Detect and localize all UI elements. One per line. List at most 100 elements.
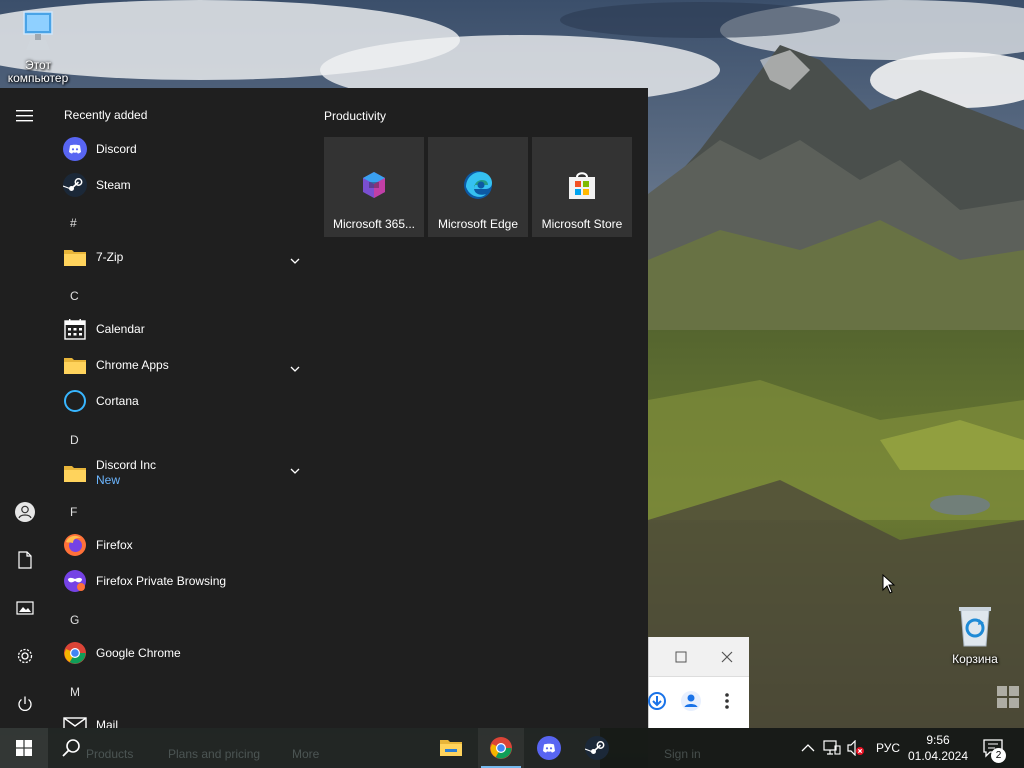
background-page-text: More: [292, 747, 320, 761]
background-browser-window[interactable]: [648, 637, 749, 728]
maximize-icon[interactable]: [673, 649, 689, 665]
app-item-mail[interactable]: Mail: [60, 708, 310, 728]
more-menu-icon[interactable]: [715, 689, 739, 713]
network-icon[interactable]: [823, 739, 841, 757]
app-label: Discord Inc: [96, 458, 157, 472]
tile-label: Microsoft Edge: [437, 217, 519, 231]
tiles-area: Productivity Microsoft 365... Microsoft …: [312, 88, 648, 728]
tile-microsoft-edge[interactable]: Microsoft Edge: [428, 137, 528, 237]
taskbar-discord[interactable]: [526, 728, 572, 768]
tile-microsoft-365[interactable]: Microsoft 365...: [324, 137, 424, 237]
app-folder-chrome-apps[interactable]: Chrome Apps: [60, 348, 310, 382]
app-label: Chrome Apps: [96, 357, 169, 372]
mail-icon: [62, 712, 88, 728]
app-item-calendar[interactable]: Calendar: [60, 312, 310, 346]
new-badge: New: [96, 473, 121, 487]
taskbar: Products Plans and pricing More Sign in: [0, 728, 1024, 768]
desktop-icon-this-pc[interactable]: Этот компьютер: [0, 10, 76, 85]
app-label: Mail: [96, 717, 119, 729]
recently-added-header: Recently added: [64, 108, 148, 122]
user-account-button[interactable]: [9, 496, 41, 528]
tile-microsoft-store[interactable]: Microsoft Store: [532, 137, 632, 237]
taskbar-file-explorer[interactable]: [428, 728, 474, 768]
app-label: 7-Zip: [96, 249, 124, 264]
mouse-cursor-icon: [882, 573, 896, 599]
close-icon[interactable]: [719, 649, 735, 665]
chevron-down-icon[interactable]: [290, 251, 300, 269]
start-menu-rail: [0, 88, 50, 728]
firefox-private-icon: [62, 568, 88, 594]
calendar-icon: [62, 316, 88, 342]
app-folder-7zip[interactable]: 7-Zip: [60, 240, 310, 274]
clock[interactable]: 9:56 01.04.2024: [906, 732, 970, 764]
section-letter[interactable]: F: [70, 505, 77, 519]
file-explorer-icon: [440, 740, 462, 756]
start-button[interactable]: [0, 728, 48, 768]
steam-icon: [62, 172, 88, 198]
desktop-icon-recycle-bin[interactable]: Корзина: [937, 604, 1013, 666]
document-icon: [18, 551, 32, 569]
app-item-google-chrome[interactable]: Google Chrome: [60, 636, 310, 670]
chrome-icon: [490, 737, 512, 759]
documents-button[interactable]: [9, 544, 41, 576]
app-label: Firefox Private Browsing: [96, 573, 227, 588]
app-list: Recently added Discord Steam # 7-Zip C C…: [50, 88, 312, 728]
app-label: Firefox: [96, 537, 133, 552]
app-label: Cortana: [96, 393, 139, 408]
this-pc-icon: [0, 10, 76, 57]
store-icon: [566, 169, 598, 201]
desktop-icon-label: компьютер: [7, 71, 69, 85]
profile-icon[interactable]: [679, 689, 703, 713]
edge-icon: [462, 169, 494, 201]
app-label: Discord: [96, 141, 137, 156]
start-menu: Recently added Discord Steam # 7-Zip C C…: [0, 88, 648, 728]
folder-icon: [62, 352, 88, 378]
notification-count-badge: 2: [991, 748, 1006, 763]
discord-icon: [62, 136, 88, 162]
gear-icon: [17, 648, 33, 664]
section-letter[interactable]: C: [70, 289, 79, 303]
section-letter[interactable]: #: [70, 216, 77, 230]
window-titlebar[interactable]: [649, 637, 749, 677]
user-icon: [15, 502, 35, 522]
taskbar-steam[interactable]: [574, 728, 620, 768]
chevron-down-icon[interactable]: [290, 359, 300, 377]
settings-button[interactable]: [9, 640, 41, 672]
clock-date: 01.04.2024: [907, 749, 969, 763]
volume-muted-icon[interactable]: [847, 739, 865, 757]
tile-label: Microsoft Store: [541, 217, 623, 231]
search-button[interactable]: [48, 728, 94, 768]
background-page-text: Sign in: [664, 747, 701, 761]
app-item-cortana[interactable]: Cortana: [60, 384, 310, 418]
discord-icon: [537, 736, 561, 760]
taskbar-google-chrome[interactable]: [478, 728, 524, 768]
app-item-firefox[interactable]: Firefox: [60, 528, 310, 562]
power-icon: [18, 696, 32, 711]
productivity-group-header[interactable]: Productivity: [324, 109, 386, 123]
section-letter[interactable]: D: [70, 433, 79, 447]
tile-label: Microsoft 365...: [332, 217, 416, 231]
input-language-indicator[interactable]: РУС: [876, 741, 900, 755]
section-letter[interactable]: G: [70, 613, 79, 627]
app-item-firefox-private[interactable]: Firefox Private Browsing: [60, 564, 310, 598]
search-icon: [62, 739, 80, 757]
section-letter[interactable]: M: [70, 685, 80, 699]
expand-menu-button[interactable]: [9, 100, 41, 132]
windows-logo-icon: [16, 740, 32, 756]
app-item-steam[interactable]: Steam: [60, 168, 310, 202]
folder-icon: [62, 244, 88, 270]
chevron-up-icon[interactable]: [799, 739, 817, 757]
microsoft-365-icon: [358, 169, 390, 201]
power-button[interactable]: [9, 688, 41, 720]
app-folder-discord-inc[interactable]: Discord Inc New: [60, 456, 310, 490]
chevron-down-icon[interactable]: [290, 461, 300, 479]
desktop-icon-label: Корзина: [952, 652, 998, 666]
app-item-discord[interactable]: Discord: [60, 132, 310, 166]
background-page-text: Plans and pricing: [168, 747, 261, 761]
clock-time: 9:56: [926, 733, 950, 747]
hamburger-icon: [16, 110, 33, 122]
pictures-button[interactable]: [9, 592, 41, 624]
download-icon[interactable]: [645, 689, 669, 713]
app-label: Google Chrome: [96, 645, 181, 660]
cortana-icon: [62, 388, 88, 414]
